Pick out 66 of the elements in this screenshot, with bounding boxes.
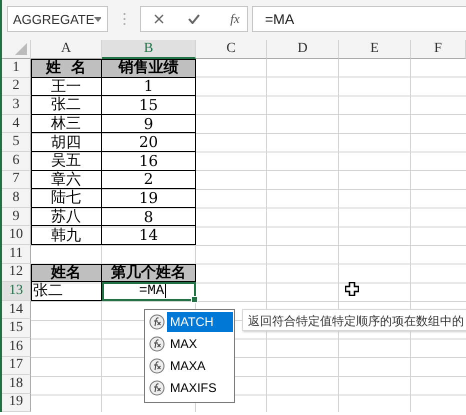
row-header[interactable]: 17 — [2, 356, 31, 376]
row-header[interactable]: 10 — [2, 226, 31, 245]
table-cell: 姓名 — [31, 264, 102, 282]
tooltip: 返回符合特定值特定顺序的项在数组中的 — [242, 309, 466, 331]
row-header[interactable]: 19 — [2, 394, 31, 412]
row-header[interactable]: 9 — [2, 208, 31, 226]
table-cell: 苏八 — [31, 208, 102, 226]
table-cell: 吴五 — [31, 152, 102, 171]
table-cell: 第几个姓名 — [102, 264, 196, 282]
function-icon — [149, 358, 165, 374]
table-cell: 销售业绩 — [102, 59, 196, 78]
column-header[interactable]: C — [196, 40, 267, 59]
column-header[interactable]: E — [339, 40, 411, 59]
function-icon — [149, 336, 165, 352]
table-cell: 韩九 — [31, 226, 102, 245]
close-icon — [154, 14, 164, 24]
row-header[interactable]: 15 — [2, 319, 31, 338]
table-cell: 16 — [102, 152, 196, 171]
row-header[interactable]: 3 — [2, 96, 31, 115]
function-option[interactable]: MAX — [167, 334, 233, 354]
row-header[interactable]: 1 — [2, 59, 31, 78]
row-header[interactable]: 12 — [2, 264, 31, 282]
row-header[interactable]: 16 — [2, 338, 31, 356]
function-option[interactable]: MATCH — [167, 312, 233, 332]
function-icon — [149, 314, 165, 330]
table-cell: 陆七 — [31, 189, 102, 208]
row-header[interactable]: 14 — [2, 300, 31, 320]
function-option[interactable]: MAXA — [167, 356, 233, 376]
row-header[interactable]: 8 — [2, 189, 31, 208]
column-header[interactable]: A — [31, 40, 102, 59]
table-cell: 章六 — [31, 170, 102, 190]
checkmark-icon — [188, 14, 200, 24]
column-header[interactable]: D — [267, 40, 339, 59]
row-header[interactable]: 13 — [2, 282, 31, 301]
table-cell: 林三 — [31, 114, 102, 134]
table-cell: 19 — [102, 189, 196, 208]
table-cell: 2 — [102, 170, 196, 190]
row-header[interactable]: 6 — [2, 152, 31, 171]
row-header[interactable]: 11 — [2, 244, 31, 264]
row-header[interactable]: 7 — [2, 170, 31, 190]
table-cell: 14 — [102, 226, 196, 245]
column-header[interactable]: F — [411, 40, 466, 59]
table-cell: 20 — [102, 133, 196, 152]
table-cell: 张二 — [31, 282, 102, 301]
caret-icon — [94, 16, 101, 22]
drag-handle-icon[interactable] — [122, 12, 126, 26]
cursor-icon — [345, 282, 359, 296]
table-cell: 9 — [102, 114, 196, 134]
name-box[interactable]: AGGREGATE — [7, 6, 108, 32]
formula-bar[interactable]: =MA — [252, 6, 466, 32]
function-icon — [149, 380, 165, 396]
insert-function-button[interactable]: fx — [223, 11, 247, 27]
row-header[interactable]: 5 — [2, 133, 31, 152]
table-cell: 胡四 — [31, 133, 102, 152]
row-header[interactable]: 4 — [2, 114, 31, 134]
table-cell: 15 — [102, 96, 196, 115]
row-header[interactable]: 2 — [2, 78, 31, 96]
table-cell: 8 — [102, 208, 196, 226]
table-cell: 姓 名 — [31, 59, 102, 78]
active-cell[interactable]: =MA — [102, 282, 196, 301]
table-cell: 王一 — [31, 78, 102, 96]
table-cell: 张二 — [31, 96, 102, 115]
column-header[interactable]: B — [102, 40, 196, 59]
table-cell: 1 — [102, 78, 196, 96]
row-header[interactable]: 18 — [2, 375, 31, 394]
function-option[interactable]: MAXIFS — [167, 378, 233, 398]
